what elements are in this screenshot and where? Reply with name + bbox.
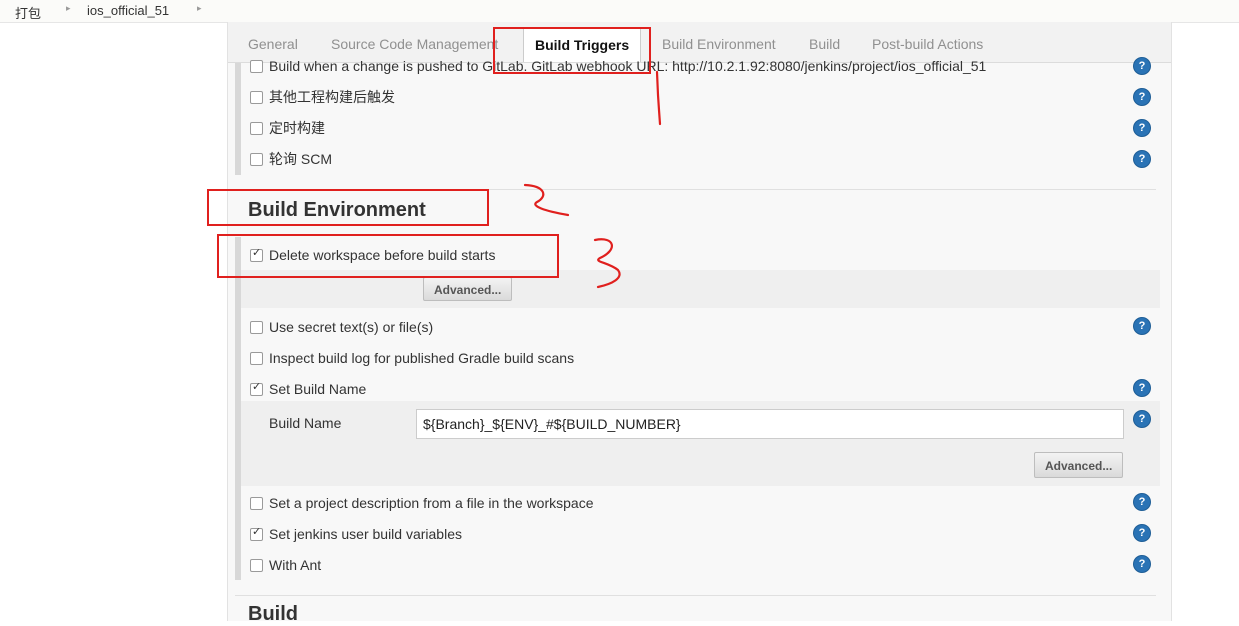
annotation-stroke-1 bbox=[655, 70, 662, 126]
annotation-stroke-2 bbox=[523, 183, 570, 217]
annotation-scribbles bbox=[523, 70, 662, 289]
annotation-stroke-3 bbox=[593, 238, 621, 289]
